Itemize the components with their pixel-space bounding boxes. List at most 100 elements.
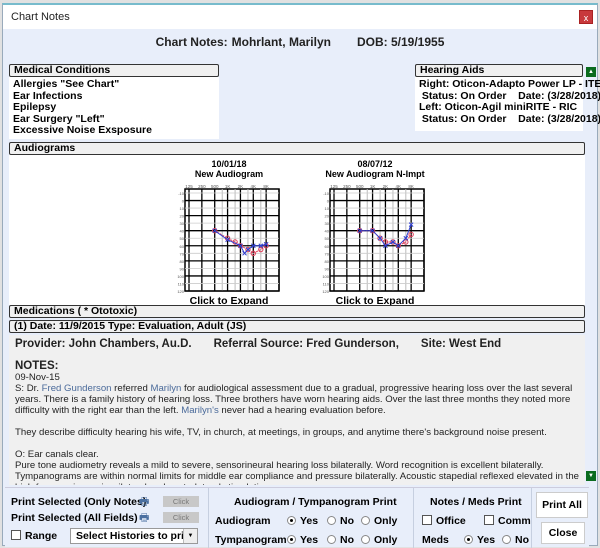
- db-tick-label: -10: [323, 191, 330, 196]
- scroll-up-icon[interactable]: ▲: [586, 67, 596, 77]
- window-title: Chart Notes: [11, 11, 70, 23]
- db-tick-label: 70: [180, 251, 185, 256]
- print-only-notes-label: Print Selected (Only Notes): [11, 496, 147, 508]
- freq-tick-label: 4K: [251, 184, 257, 189]
- db-tick-label: 120: [177, 289, 184, 293]
- audiogram-date: 10/01/18: [211, 159, 247, 169]
- scroll-down-icon[interactable]: ▼: [586, 471, 596, 481]
- notes-label: NOTES:: [15, 360, 59, 372]
- db-tick-label: 50: [325, 236, 330, 241]
- close-icon[interactable]: x: [579, 10, 593, 24]
- db-tick-label: 10: [180, 206, 185, 211]
- db-tick-label: 80: [180, 259, 185, 264]
- printer-icon[interactable]: 🖶: [139, 509, 149, 528]
- meds-no-radio[interactable]: No: [502, 534, 529, 546]
- db-tick-label: 10: [325, 206, 330, 211]
- office-checkbox[interactable]: Office: [422, 515, 466, 527]
- close-button[interactable]: Close: [541, 522, 585, 544]
- checkbox[interactable]: [11, 530, 21, 540]
- patient-link: Marilyn: [150, 383, 182, 394]
- chart-notes-window: Chart Notes x Chart Notes: Mohrlant, Mari…: [2, 3, 600, 548]
- page-title: Chart Notes: Mohrlant, Marilyn DOB: 5/19/1…: [3, 35, 597, 49]
- db-tick-label: 90: [180, 266, 185, 271]
- print-panel: Print Selected (Only Notes) 🖶 Click Prin…: [5, 487, 589, 548]
- audiogram-only-radio[interactable]: Only: [361, 515, 397, 527]
- provider-line: Provider: John Chambers, Au.D. Referral S…: [15, 338, 579, 350]
- text: never had a hearing evaluation before.: [218, 405, 386, 416]
- db-tick-label: 30: [180, 221, 185, 226]
- db-tick-label: 60: [180, 244, 185, 249]
- hearing-aid-line: Left: Oticon-Agil miniRITE - RIC: [419, 101, 578, 113]
- audiogram-yes-radio[interactable]: Yes: [287, 515, 318, 527]
- print-all-fields-label: Print Selected (All Fields): [11, 512, 138, 524]
- notes-panel: Provider: John Chambers, Au.D. Referral S…: [9, 335, 585, 485]
- db-tick-label: 20: [325, 214, 330, 219]
- audiogram-1-title: 10/01/18 New Audiogram: [159, 159, 299, 179]
- chevron-down-icon[interactable]: ▼: [183, 529, 197, 543]
- objective-line: O: Ear canals clear.: [15, 449, 99, 460]
- patient-dob: DOB: 5/19/1955: [356, 35, 445, 49]
- section-title: Audiogram / Tympanogram Print: [234, 496, 397, 508]
- print-only-notes-button[interactable]: Click: [163, 496, 199, 507]
- freq-tick-label: 8K: [263, 184, 269, 189]
- meds-yes-radio[interactable]: Yes: [464, 534, 495, 546]
- db-tick-label: 60: [325, 244, 330, 249]
- select-histories-dropdown[interactable]: Select Histories to print ▼: [70, 528, 198, 544]
- range-checkbox[interactable]: Range: [11, 530, 57, 542]
- tympanogram-yes-radio[interactable]: Yes: [287, 534, 318, 546]
- site: Site: West End: [420, 338, 502, 350]
- freq-tick-label: 250: [198, 184, 206, 189]
- comm-checkbox[interactable]: Comm: [484, 515, 531, 527]
- freq-tick-label: 8K: [408, 184, 414, 189]
- print-selected-section: Print Selected (Only Notes) 🖶 Click Prin…: [5, 488, 209, 548]
- tympanogram-label: Tympanogram: [215, 534, 287, 546]
- audiograms-header: Audiograms: [9, 142, 585, 155]
- patient-name: Mohrlant, Marilyn: [231, 35, 331, 49]
- db-tick-label: 110: [178, 281, 185, 286]
- db-tick-label: -10: [178, 191, 185, 196]
- medical-conditions-header: Medical Conditions: [9, 64, 219, 77]
- text: S: Dr.: [15, 383, 42, 394]
- dropdown-value: Select Histories to print: [76, 530, 194, 542]
- freq-tick-label: 500: [356, 184, 364, 189]
- record-header[interactable]: (1) Date: 11/9/2015 Type: Evaluation, Ad…: [9, 320, 585, 333]
- freq-tick-label: 125: [330, 184, 338, 189]
- audiogram-no-radio[interactable]: No: [327, 515, 354, 527]
- hearing-aids-header: Hearing Aids: [415, 64, 583, 77]
- db-tick-label: 30: [325, 221, 330, 226]
- print-all-fields-button[interactable]: Click: [163, 512, 199, 523]
- db-tick-label: 110: [323, 281, 330, 286]
- db-tick-label: 100: [322, 274, 329, 279]
- notes-paragraph: They describe difficulty hearing his wif…: [15, 427, 547, 438]
- db-tick-label: 100: [177, 274, 184, 279]
- freq-tick-label: 250: [343, 184, 351, 189]
- audiogram-name: New Audiogram: [194, 169, 264, 179]
- db-tick-label: 40: [325, 229, 330, 234]
- audiogram-2-thumbnail[interactable]: -100102030405060708090100110120125 250 500…: [320, 181, 428, 293]
- audiogram-1-thumbnail[interactable]: -100102030405060708090100110120125 250 500…: [175, 181, 283, 293]
- range-label: Range: [25, 530, 58, 542]
- referrer-link: Fred Gunderson: [41, 383, 112, 394]
- freq-tick-label: 1K: [225, 184, 231, 189]
- tympanogram-no-radio[interactable]: No: [327, 534, 354, 546]
- medical-condition-item: Epilepsy: [13, 101, 57, 113]
- tympanogram-only-radio[interactable]: Only: [361, 534, 397, 546]
- title-bar: Chart Notes x: [3, 5, 597, 29]
- print-all-button[interactable]: Print All 🖶: [536, 492, 588, 535]
- medical-condition-item: Excessive Noise Exsposure: [13, 124, 152, 136]
- freq-tick-label: 500: [211, 184, 219, 189]
- db-tick-label: 120: [322, 289, 329, 293]
- medications-header: Medications ( * Ototoxic): [9, 305, 585, 318]
- provider: Provider: John Chambers, Au.D.: [15, 338, 192, 350]
- freq-tick-label: 2K: [383, 184, 389, 189]
- objective-paragraph: Pure tone audiometry reveals a mild to s…: [15, 460, 579, 485]
- db-tick-label: 70: [325, 251, 330, 256]
- freq-tick-label: 125: [185, 184, 193, 189]
- notes-date: 09-Nov-15: [15, 372, 60, 383]
- audiogram-name: New Audiogram N-Impt: [325, 169, 425, 179]
- hearing-aid-line: Status: On Order Date: (3/28/2018): [419, 112, 600, 125]
- db-tick-label: 50: [180, 236, 185, 241]
- audiogram-2-title: 08/07/12 New Audiogram N-Impt: [305, 159, 445, 179]
- freq-tick-label: 4K: [396, 184, 402, 189]
- hearing-aids-list: Right: Oticon-Adapto Power LP - ITE Stat…: [415, 77, 600, 131]
